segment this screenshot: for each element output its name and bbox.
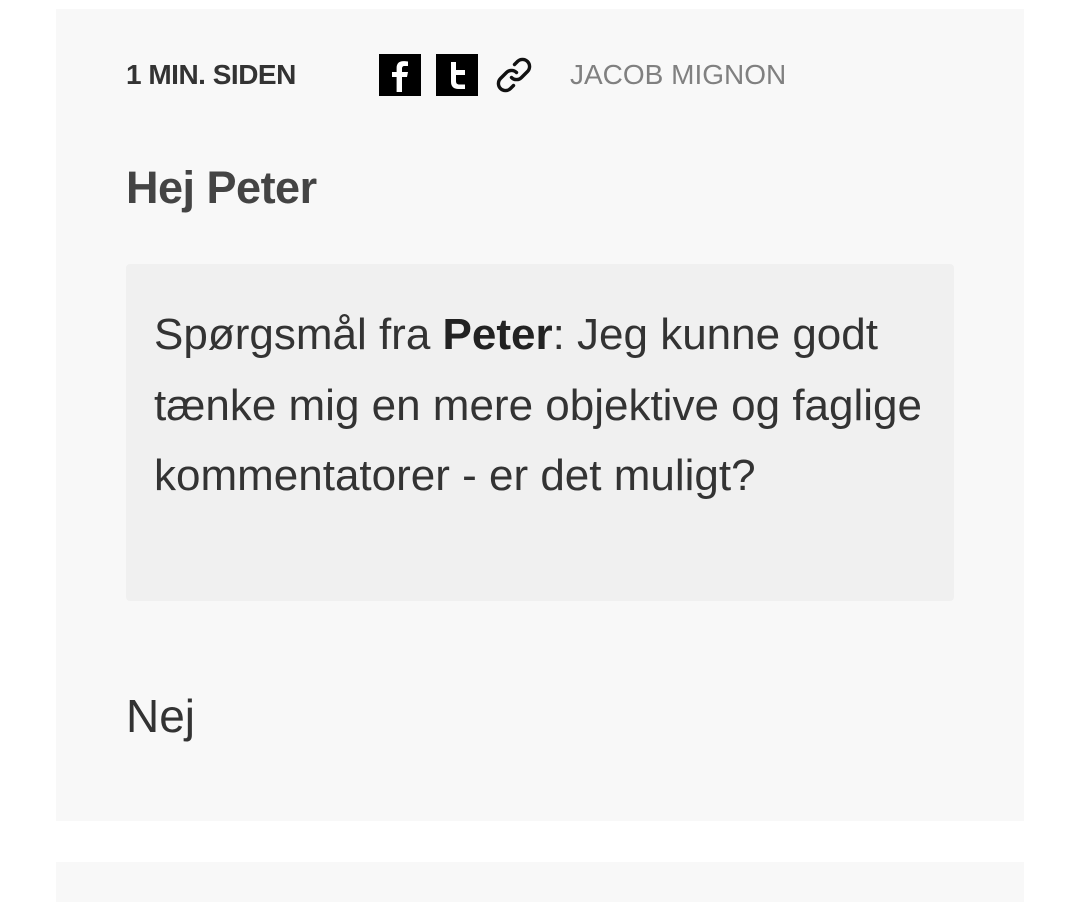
facebook-icon — [392, 61, 408, 92]
post-meta: 1 MIN. SIDEN JACOB MIGNON — [126, 53, 786, 97]
link-icon — [496, 57, 532, 93]
post-timestamp: 1 MIN. SIDEN — [126, 59, 296, 90]
copy-link-button[interactable] — [493, 54, 535, 96]
answer-text: Nej — [126, 690, 196, 742]
question-box: Spørgsmål fra Peter: Jeg kunne godt tænk… — [126, 264, 954, 601]
share-buttons — [379, 54, 535, 96]
post-title: Hej Peter — [126, 162, 317, 213]
share-facebook-button[interactable] — [379, 54, 421, 96]
next-post-card — [56, 862, 1024, 902]
question-asker: Peter — [442, 310, 553, 359]
share-twitter-button[interactable] — [436, 54, 478, 96]
twitter-icon — [451, 62, 465, 89]
post-author: JACOB MIGNON — [570, 59, 787, 90]
live-post-card: 1 MIN. SIDEN JACOB MIGNON Hej Peter Spør… — [56, 9, 1024, 821]
question-prefix: Spørgsmål fra — [154, 310, 443, 359]
